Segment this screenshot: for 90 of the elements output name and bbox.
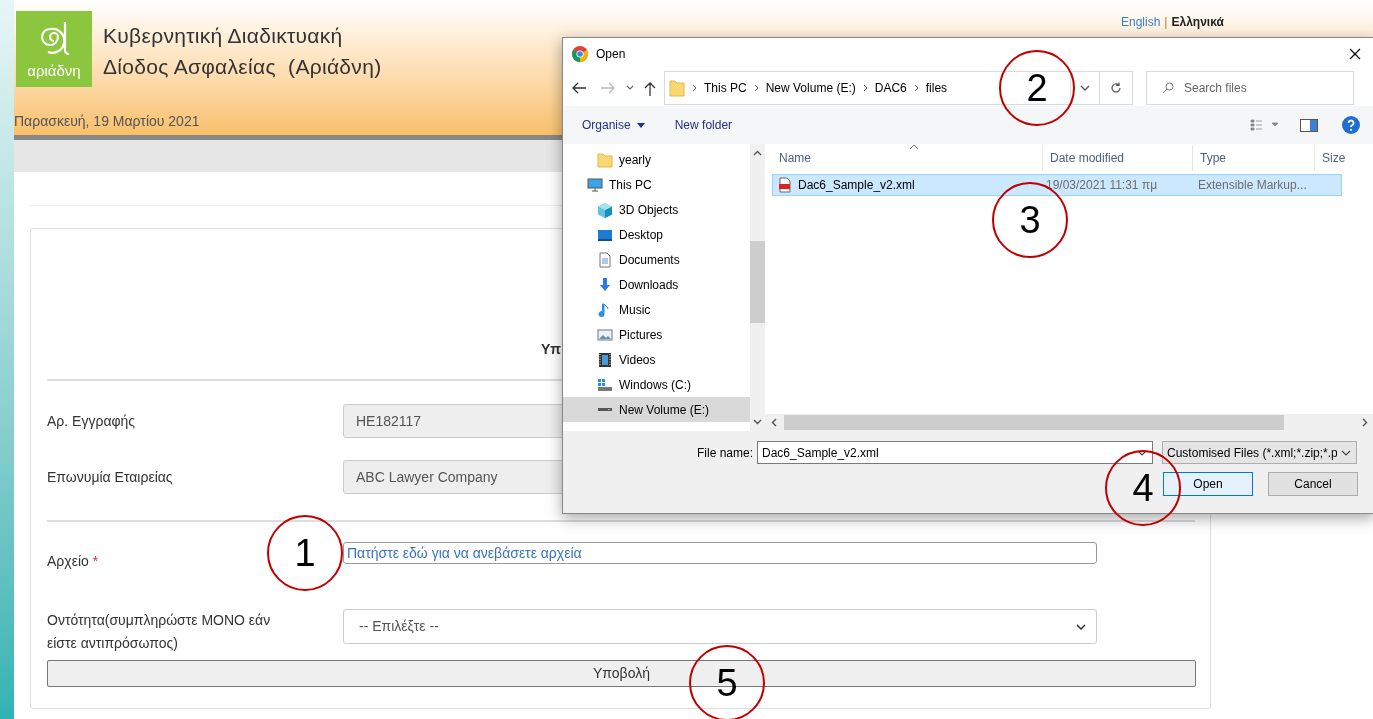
chevron-down-icon <box>1076 623 1086 630</box>
navigation-item[interactable]: Pictures <box>563 322 750 347</box>
help-icon[interactable] <box>1342 116 1360 134</box>
refresh-button[interactable] <box>1100 71 1133 105</box>
chevron-right-icon <box>753 84 759 92</box>
column-header[interactable]: Date modified <box>1042 145 1192 171</box>
separator-text: | <box>1164 14 1168 31</box>
scroll-down-icon[interactable] <box>752 419 762 425</box>
navigation-item[interactable]: yearly <box>563 147 750 172</box>
open-button[interactable]: Open <box>1163 472 1253 496</box>
entity-dropdown[interactable]: -- Επιλέξτε -- <box>343 609 1097 644</box>
navigation-item[interactable]: Videos <box>563 347 750 372</box>
field-label: Αρχείο <box>47 552 89 571</box>
drive-icon <box>597 376 613 393</box>
vertical-scrollbar[interactable] <box>749 144 765 431</box>
field-label: Αρ. Εγγραφής <box>47 411 137 431</box>
document-icon <box>597 251 613 268</box>
file-type: Extensible Markup... <box>1197 177 1308 194</box>
search-icon <box>1162 82 1174 94</box>
cancel-button[interactable]: Cancel <box>1268 472 1358 496</box>
new-folder-button[interactable]: New folder <box>674 116 733 134</box>
site-title: Κυβερνητική Διαδικτυακή <box>103 23 344 49</box>
scroll-thumb[interactable] <box>784 415 1284 430</box>
navigation-item[interactable]: Downloads <box>563 272 750 297</box>
xml-file-icon <box>777 177 793 193</box>
preview-pane-icon[interactable] <box>1300 118 1318 132</box>
scroll-thumb[interactable] <box>749 241 765 323</box>
up-icon[interactable] <box>644 80 656 96</box>
field-label: Οντότητα(συμπληρώστε ΜΟΝΟ εάν είστε αντιπρόσωπος) <box>47 611 272 653</box>
scroll-right-icon[interactable] <box>1362 418 1368 427</box>
breadcrumb[interactable]: DAC6 <box>874 79 907 97</box>
field-label: Επωνυμία Εταιρείας <box>47 467 174 487</box>
navigation-item[interactable]: Music <box>563 297 750 322</box>
close-icon[interactable] <box>1349 48 1361 60</box>
date-text: Παρασκευή, 19 Μαρτίου 2021 <box>14 112 200 131</box>
form-heading: Υπ <box>541 340 562 359</box>
navigation-item[interactable]: Documents <box>563 247 750 272</box>
language-link[interactable]: English <box>1121 13 1161 31</box>
logo-text: αριάδνη <box>27 63 81 78</box>
file-type-value: Customised Files (*.xml;*.zip;*.p <box>1167 444 1338 462</box>
navigation-item[interactable]: This PC <box>563 172 750 197</box>
download-icon <box>597 276 613 293</box>
file-type-dropdown[interactable]: Customised Files (*.xml;*.zip;*.p <box>1162 441 1358 464</box>
language-link[interactable]: Ελληνικά <box>1171 13 1224 31</box>
folder-icon <box>597 151 613 168</box>
view-options-icon[interactable] <box>1250 119 1280 131</box>
file-name-label: File name: <box>697 444 754 462</box>
scroll-left-icon[interactable] <box>771 418 777 427</box>
refresh-icon <box>1110 82 1122 94</box>
column-header[interactable]: Type <box>1192 145 1314 171</box>
recent-dropdown-icon[interactable] <box>626 85 634 91</box>
horizontal-scrollbar[interactable] <box>765 414 1373 431</box>
chevron-right-icon <box>692 84 697 92</box>
organise-menu[interactable]: Organise <box>582 116 645 134</box>
chevron-down-icon[interactable] <box>1080 84 1090 92</box>
file-date: 19/03/2021 11:31 πμ <box>1045 177 1159 194</box>
chevron-right-icon <box>862 84 868 92</box>
chevron-right-icon <box>913 84 919 92</box>
search-placeholder: Search files <box>1184 80 1247 97</box>
chevron-down-icon[interactable] <box>1341 449 1352 456</box>
chrome-icon <box>572 46 588 62</box>
file-name-value: Dac6_Sample_v2.xml <box>762 444 879 462</box>
upload-field[interactable]: Πατήστε εδώ για να ανεβάσετε αρχεία <box>343 542 1097 564</box>
navigation-item[interactable]: New Volume (E:) <box>563 397 750 422</box>
column-header[interactable]: Name <box>772 145 1042 171</box>
folder-icon <box>669 79 685 97</box>
sort-caret-icon <box>909 144 919 150</box>
navigation-item[interactable]: 3D Objects <box>563 197 750 222</box>
caret-icon <box>636 122 645 128</box>
dialog-title: Open <box>596 46 626 63</box>
file-name-field[interactable]: Dac6_Sample_v2.xml <box>757 441 1154 464</box>
site-title: Δίοδος Ασφαλείας (Αριάδνη) <box>103 54 382 80</box>
breadcrumb[interactable]: This PC <box>704 79 747 97</box>
navigation-item[interactable]: Desktop <box>563 222 750 247</box>
breadcrumb[interactable]: New Volume (E:) <box>765 79 856 97</box>
breadcrumb[interactable]: files <box>925 79 948 97</box>
column-header[interactable]: Size <box>1314 145 1373 171</box>
picture-icon <box>597 326 613 343</box>
film-icon <box>597 351 613 368</box>
scroll-up-icon[interactable] <box>752 150 762 156</box>
navigation-item[interactable]: Windows (C:) <box>563 372 750 397</box>
file-row[interactable]: Dac6_Sample_v2.xml 19/03/2021 11:31 πμ Extensible Markup... <box>772 174 1342 196</box>
drive-icon <box>597 407 613 412</box>
file-name: Dac6_Sample_v2.xml <box>798 177 915 194</box>
computer-icon <box>587 176 603 193</box>
required-mark: * <box>92 552 99 571</box>
dropdown-value: -- Επιλέξτε -- <box>359 617 439 636</box>
back-icon[interactable] <box>571 81 587 95</box>
search-field[interactable]: Search files <box>1146 71 1354 105</box>
cube-icon <box>597 201 613 218</box>
